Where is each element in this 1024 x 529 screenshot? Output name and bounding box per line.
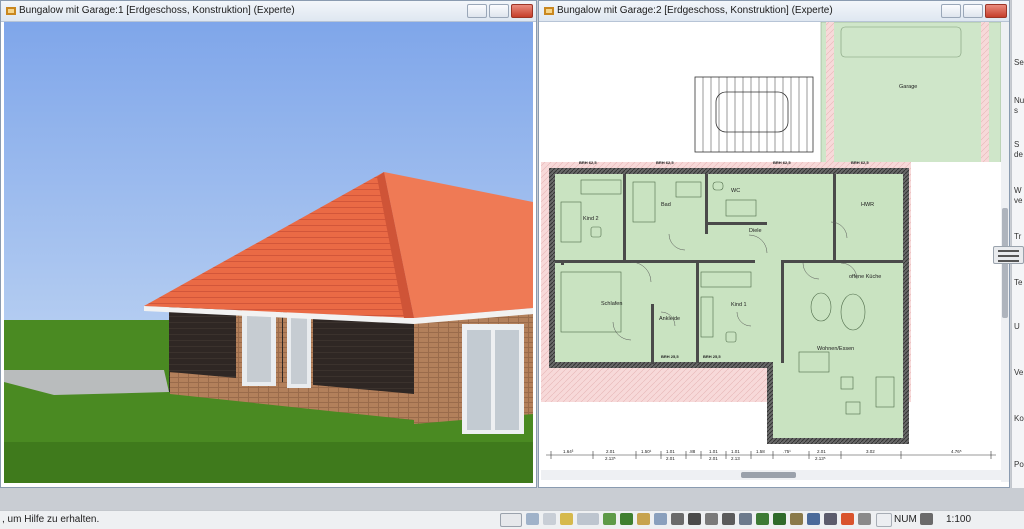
window-title: Bungalow mit Garage:1 [Erdgeschoss, Kons… (19, 5, 295, 16)
minimize-button[interactable] (467, 4, 487, 18)
maximize-button[interactable] (489, 4, 509, 18)
side-panel-item[interactable]: Nu (1014, 96, 1024, 105)
dim-label: 2.13⁵ (605, 456, 616, 461)
dim-label: 2.01 (709, 456, 718, 461)
carport-grid (694, 76, 814, 153)
toolbar-icon[interactable] (671, 513, 684, 525)
side-panel-item[interactable]: ve (1014, 196, 1022, 205)
brh-label: BRH 62,5 (656, 160, 674, 165)
toolbar-icon[interactable] (807, 513, 820, 525)
panel-splitter-grip[interactable] (993, 246, 1024, 264)
room-label-schlafen: Schlafen (601, 301, 622, 307)
toolbar-icon[interactable] (560, 513, 573, 525)
side-panel-item[interactable]: S (1014, 140, 1019, 149)
toolbar-icon[interactable] (654, 513, 667, 525)
toolbar-icon[interactable] (637, 513, 650, 525)
room-label-kueche: offene Küche (849, 274, 881, 280)
title-bar[interactable]: Bungalow mit Garage:2 [Erdgeschoss, Kons… (539, 1, 1009, 22)
toolbar-icon[interactable] (858, 513, 871, 525)
floor-plan-window[interactable]: Bungalow mit Garage:2 [Erdgeschoss, Kons… (538, 0, 1010, 488)
window-title: Bungalow mit Garage:2 [Erdgeschoss, Kons… (557, 5, 833, 16)
side-panel-item[interactable]: Se (1014, 58, 1024, 67)
brh-label: BRH 62,5 (773, 160, 791, 165)
tree-icon[interactable] (773, 513, 786, 525)
room-label-kind1: Kind 1 (731, 302, 747, 308)
side-panel-item[interactable]: de (1014, 150, 1023, 159)
brh-label: BRH 25,5 (661, 354, 679, 359)
dim-label: 2.01 (666, 456, 675, 461)
workspace-background (0, 488, 1024, 510)
close-button[interactable] (985, 4, 1007, 18)
side-panel-item[interactable]: Te (1014, 278, 1022, 287)
dim-label: 1.01 (709, 449, 718, 454)
title-bar[interactable]: Bungalow mit Garage:1 [Erdgeschoss, Kons… (1, 1, 536, 22)
3d-view-window[interactable]: Bungalow mit Garage:1 [Erdgeschoss, Kons… (0, 0, 537, 488)
room-label-ankleide: Ankleide (659, 316, 680, 322)
room-label-wohnen: Wohnen/Essen (817, 346, 854, 352)
room-label-kind2: Kind 2 (583, 216, 599, 222)
floor-plan-canvas[interactable]: Garage Kind 2 Bad WC HWR Diele Schlafen … (541, 22, 1001, 482)
dim-label: 1.64³ (563, 449, 574, 454)
status-help-text: , um Hilfe zu erhalten. (2, 514, 100, 525)
toolbar-icon[interactable] (620, 513, 633, 525)
side-panel-item[interactable]: Po (1014, 460, 1024, 469)
spellcheck-icon[interactable] (876, 513, 892, 527)
side-panel-item[interactable]: Tr (1014, 232, 1021, 241)
brh-label: BRH 25,5 (703, 354, 721, 359)
side-panel-item[interactable]: U (1014, 322, 1020, 331)
toolbar-icon[interactable] (577, 513, 599, 525)
brh-label: BRH 62,5 (579, 160, 597, 165)
toolbar-icon[interactable] (543, 513, 556, 525)
dim-label: 2.01 (606, 449, 615, 454)
dim-label: .75¹ (783, 449, 791, 454)
dim-label: 2.13 (731, 456, 740, 461)
toolbar-icon[interactable] (824, 513, 837, 525)
side-panel-item[interactable]: W (1014, 186, 1022, 195)
app-icon (544, 7, 554, 15)
room-label-diele: Diele (749, 228, 762, 234)
room-label-wc: WC (731, 188, 740, 194)
close-button[interactable] (511, 4, 533, 18)
3d-viewport[interactable] (4, 22, 533, 483)
num-lock-indicator: NUM (894, 514, 917, 525)
toolbar-icon[interactable] (688, 513, 701, 525)
dim-label: 1.50¹ (641, 449, 652, 454)
horizontal-scrollbar[interactable] (541, 470, 1001, 480)
dim-label: 2.01 (817, 449, 826, 454)
room-label-garage: Garage (899, 84, 917, 90)
brh-label: BRH 62,5 (851, 160, 869, 165)
maximize-button[interactable] (963, 4, 983, 18)
status-bar: , um Hilfe zu erhalten. NUM 1:100 (0, 510, 1024, 529)
minimize-button[interactable] (941, 4, 961, 18)
toolbar-icon[interactable] (790, 513, 803, 525)
side-panel[interactable]: Se Nu s S de W ve Tr Te U Ve Ko Po (1011, 0, 1024, 488)
dim-label: .88 (689, 449, 696, 454)
toolbar-icon[interactable] (920, 513, 933, 525)
side-panel-item[interactable]: s (1014, 106, 1018, 115)
dim-label: 1.58 (756, 449, 765, 454)
scroll-thumb[interactable] (741, 472, 796, 478)
toolbar-icon[interactable] (500, 513, 522, 527)
scale-indicator[interactable]: 1:100 (946, 514, 971, 525)
toolbar-icon[interactable] (526, 513, 539, 525)
tree-icon[interactable] (756, 513, 769, 525)
toolbar-icon[interactable] (603, 513, 616, 525)
toolbar-icon[interactable] (841, 513, 854, 525)
app-icon (6, 7, 16, 15)
dim-label: 2.13⁵ (815, 456, 826, 461)
room-label-bad: Bad (661, 202, 671, 208)
side-panel-item[interactable]: Ko (1014, 414, 1024, 423)
dim-label: 4.76⁵ (951, 449, 962, 454)
dim-label: 1.01 (666, 449, 675, 454)
toolbar-icon[interactable] (739, 513, 752, 525)
room-label-hwr: HWR (861, 202, 874, 208)
side-panel-item[interactable]: Ve (1014, 368, 1023, 377)
dim-label: 1.01 (731, 449, 740, 454)
toolbar-icon[interactable] (722, 513, 735, 525)
dim-label: 3.02 (866, 449, 875, 454)
toolbar-icon[interactable] (705, 513, 718, 525)
